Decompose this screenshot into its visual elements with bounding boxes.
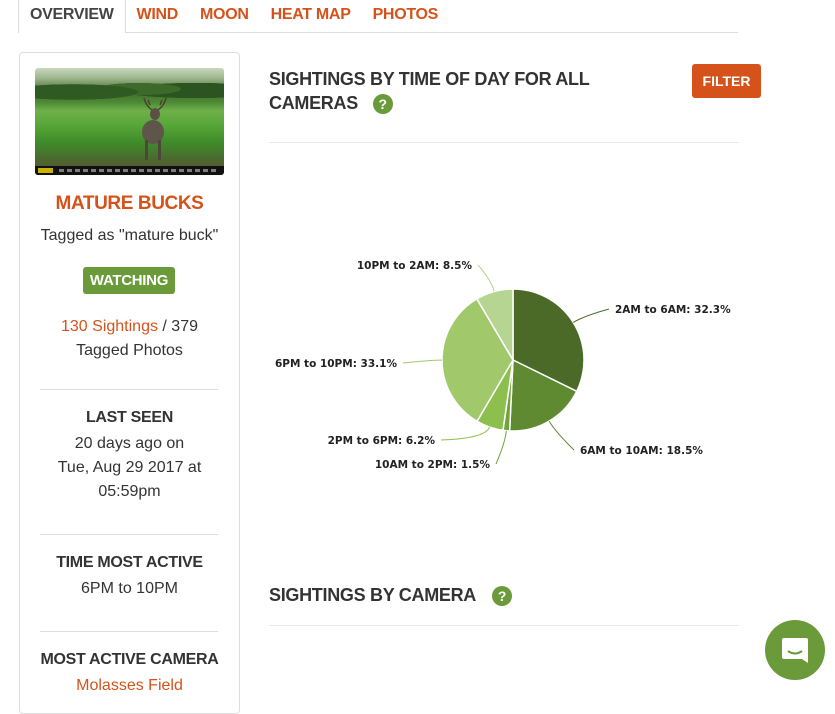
last-seen-line3: 05:59pm bbox=[98, 483, 161, 500]
time-most-active-title: TIME MOST ACTIVE bbox=[56, 554, 203, 571]
tagged-photos-label: Tagged Photos bbox=[76, 342, 183, 359]
tab-bar: OVERVIEW WIND MOON HEAT MAP PHOTOS bbox=[18, 0, 738, 33]
pie-label: 2AM to 6AM: 32.3% bbox=[615, 304, 731, 316]
divider bbox=[40, 631, 218, 632]
pie-connector bbox=[402, 359, 443, 364]
pie-connector bbox=[573, 308, 610, 323]
time-of-day-title: SIGHTINGS BY TIME OF DAY FOR ALL CAMERAS… bbox=[269, 67, 590, 115]
by-camera-title-text: SIGHTINGS BY CAMERA bbox=[269, 585, 476, 605]
section-divider bbox=[269, 625, 739, 626]
tab-overview[interactable]: OVERVIEW bbox=[18, 0, 126, 33]
most-active-camera-title: MOST ACTIVE CAMERA bbox=[40, 651, 219, 668]
photo-trees bbox=[35, 74, 224, 104]
filter-button[interactable]: FILTER bbox=[692, 64, 761, 98]
last-seen-title: LAST SEEN bbox=[85, 409, 174, 426]
deer-photo[interactable] bbox=[35, 68, 224, 175]
pie-label: 10PM to 2AM: 8.5% bbox=[357, 260, 473, 272]
divider bbox=[40, 534, 218, 535]
most-active-camera-link[interactable]: Molasses Field bbox=[20, 674, 239, 698]
last-seen-line1: 20 days ago on bbox=[74, 435, 185, 452]
chat-button[interactable] bbox=[765, 620, 825, 680]
watching-button[interactable]: WATCHING bbox=[83, 267, 175, 294]
time-most-active-value: 6PM to 10PM bbox=[81, 580, 178, 597]
pie-label: 10AM to 2PM: 1.5% bbox=[375, 459, 491, 471]
pie-label: 6AM to 10AM: 18.5% bbox=[580, 445, 703, 457]
time-of-day-title-line2: CAMERAS bbox=[269, 93, 358, 113]
pie-label: 6PM to 10PM: 33.1% bbox=[275, 358, 398, 370]
sightings-link[interactable]: 130 Sightings bbox=[61, 318, 158, 335]
pie-connector bbox=[495, 430, 507, 465]
pie-connector bbox=[548, 420, 575, 451]
tagged-as-text: Tagged as "mature buck" bbox=[40, 227, 219, 244]
tab-photos[interactable]: PHOTOS bbox=[362, 0, 449, 32]
deer-icon bbox=[142, 97, 167, 160]
chat-icon bbox=[782, 638, 808, 663]
by-camera-title: SIGHTINGS BY CAMERA ? bbox=[269, 583, 513, 607]
tagged-photo-count: / 379 bbox=[157, 318, 198, 335]
last-seen-line2: Tue, Aug 29 2017 at bbox=[57, 459, 202, 476]
sightings-summary: 130 Sightings / 379 Tagged Photos bbox=[20, 315, 239, 363]
time-of-day-pie-chart: 2AM to 6AM: 32.3% 6AM to 10AM: 18.5% 10AM … bbox=[275, 260, 731, 471]
photo-metadata bbox=[59, 169, 217, 172]
photo-info-strip bbox=[35, 166, 224, 175]
tab-moon[interactable]: MOON bbox=[189, 0, 260, 32]
help-icon[interactable]: ? bbox=[492, 586, 513, 607]
tab-wind[interactable]: WIND bbox=[126, 0, 189, 32]
pie-connector bbox=[477, 264, 495, 292]
divider bbox=[40, 389, 218, 390]
section-divider bbox=[269, 142, 739, 143]
profile-card: MATURE BUCKS Tagged as "mature buck" WAT… bbox=[19, 52, 240, 714]
group-name: MATURE BUCKS bbox=[55, 193, 204, 214]
pie-label: 2PM to 6PM: 6.2% bbox=[328, 435, 436, 447]
help-icon[interactable]: ? bbox=[372, 94, 393, 115]
pie-connector bbox=[440, 426, 491, 441]
time-of-day-title-line1: SIGHTINGS BY TIME OF DAY FOR ALL bbox=[269, 69, 590, 89]
camera-brand-tag bbox=[38, 168, 53, 173]
tab-heat-map[interactable]: HEAT MAP bbox=[260, 0, 362, 32]
